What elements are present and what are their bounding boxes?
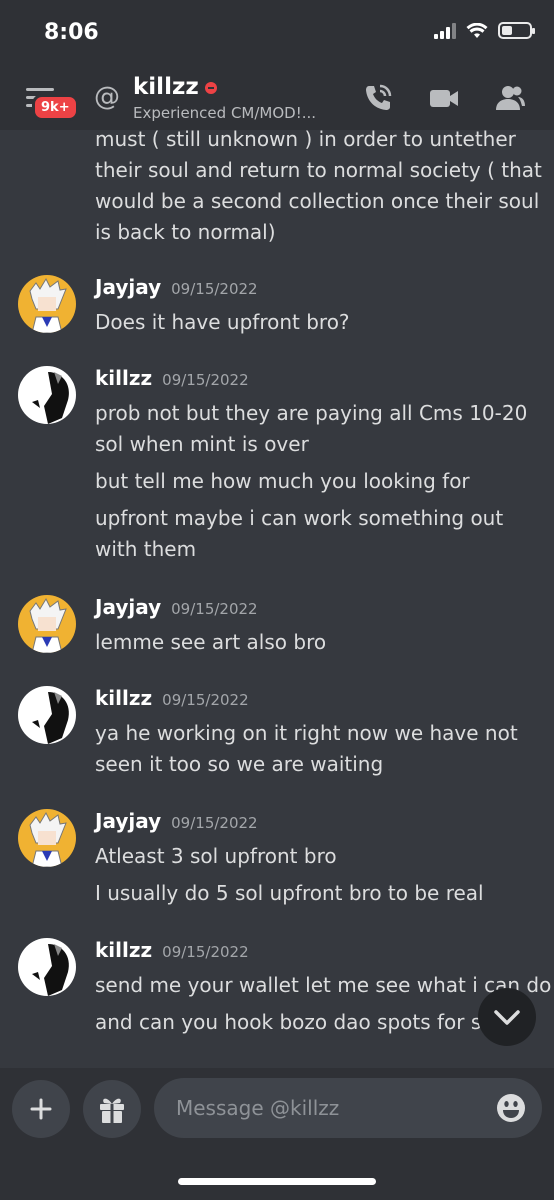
chat-name-label: killzz <box>133 74 199 100</box>
message-line: send me your wallet let me see what i ca… <box>95 973 552 997</box>
avatar[interactable] <box>18 686 76 744</box>
timestamp: 09/15/2022 <box>171 600 258 618</box>
message-input[interactable] <box>154 1078 542 1138</box>
status-time: 8:06 <box>44 20 99 45</box>
message-list[interactable]: must ( still unknown ) in order to untet… <box>0 130 554 1070</box>
avatar[interactable] <box>18 938 76 996</box>
author-name: Jayjay <box>95 595 162 619</box>
message-author[interactable]: Jayjay 09/15/2022 <box>95 809 258 833</box>
message-line: Does it have upfront bro? <box>95 310 350 334</box>
gift-icon <box>100 1098 124 1123</box>
chat-title[interactable]: killzz <box>133 74 217 100</box>
message-author[interactable]: killzz 09/15/2022 <box>95 366 249 390</box>
author-name: killzz <box>95 686 153 710</box>
at-icon: @ <box>94 82 120 112</box>
wifi-icon <box>466 22 488 38</box>
emoji-icon[interactable] <box>496 1093 526 1123</box>
message-line: Atleast 3 sol upfront bro <box>95 844 337 868</box>
message-author[interactable]: Jayjay 09/15/2022 <box>95 595 258 619</box>
chat-subtitle: Experienced CM/MOD!... <box>133 104 317 122</box>
plus-icon <box>30 1098 52 1120</box>
status-icons <box>434 22 535 39</box>
message-author[interactable]: Jayjay 09/15/2022 <box>95 275 258 299</box>
message-author[interactable]: killzz 09/15/2022 <box>95 686 249 710</box>
avatar[interactable] <box>18 595 76 653</box>
jump-to-present-button[interactable] <box>478 988 536 1046</box>
battery-icon <box>498 22 535 39</box>
author-name: killzz <box>95 366 153 390</box>
message-line: with them <box>95 537 197 561</box>
dnd-status-icon <box>204 81 217 94</box>
gift-button[interactable] <box>83 1080 141 1138</box>
timestamp: 09/15/2022 <box>162 691 249 709</box>
message-line: I usually do 5 sol upfront bro to be rea… <box>95 881 484 905</box>
author-name: killzz <box>95 938 153 962</box>
message-line: upfront maybe i can work something out <box>95 506 504 530</box>
avatar[interactable] <box>18 809 76 867</box>
message-line: their soul and return to normal society … <box>95 158 542 182</box>
message-line: but tell me how much you looking for <box>95 469 470 493</box>
author-name: Jayjay <box>95 275 162 299</box>
top-bar: 8:06 9k+ @ killzz Experienced CM/MOD!... <box>0 0 554 130</box>
avatar[interactable] <box>18 366 76 424</box>
attach-button[interactable] <box>12 1080 70 1138</box>
message-line: would be a second collection once their … <box>95 189 540 213</box>
phone-icon[interactable] <box>362 82 394 114</box>
message-line: sol when mint is over <box>95 432 309 456</box>
message-line: prob not but they are paying all Cms 10-… <box>95 401 528 425</box>
timestamp: 09/15/2022 <box>162 371 249 389</box>
chevron-down-icon <box>494 1010 520 1025</box>
avatar[interactable] <box>18 275 76 333</box>
unread-badge: 9k+ <box>32 94 79 121</box>
home-indicator <box>178 1178 376 1185</box>
signal-icon <box>434 22 456 39</box>
timestamp: 09/15/2022 <box>171 814 258 832</box>
message-line: and can you hook bozo dao spots for sp <box>95 1010 494 1034</box>
video-icon[interactable] <box>428 82 460 114</box>
message-line: must ( still unknown ) in order to untet… <box>95 130 516 151</box>
message-line: is back to normal) <box>95 220 276 244</box>
timestamp: 09/15/2022 <box>162 943 249 961</box>
message-line: lemme see art also bro <box>95 630 327 654</box>
author-name: Jayjay <box>95 809 162 833</box>
message-line: seen it too so we are waiting <box>95 752 384 776</box>
members-icon[interactable] <box>494 82 526 114</box>
message-line: ya he working on it right now we have no… <box>95 721 518 745</box>
message-author[interactable]: killzz 09/15/2022 <box>95 938 249 962</box>
timestamp: 09/15/2022 <box>171 280 258 298</box>
